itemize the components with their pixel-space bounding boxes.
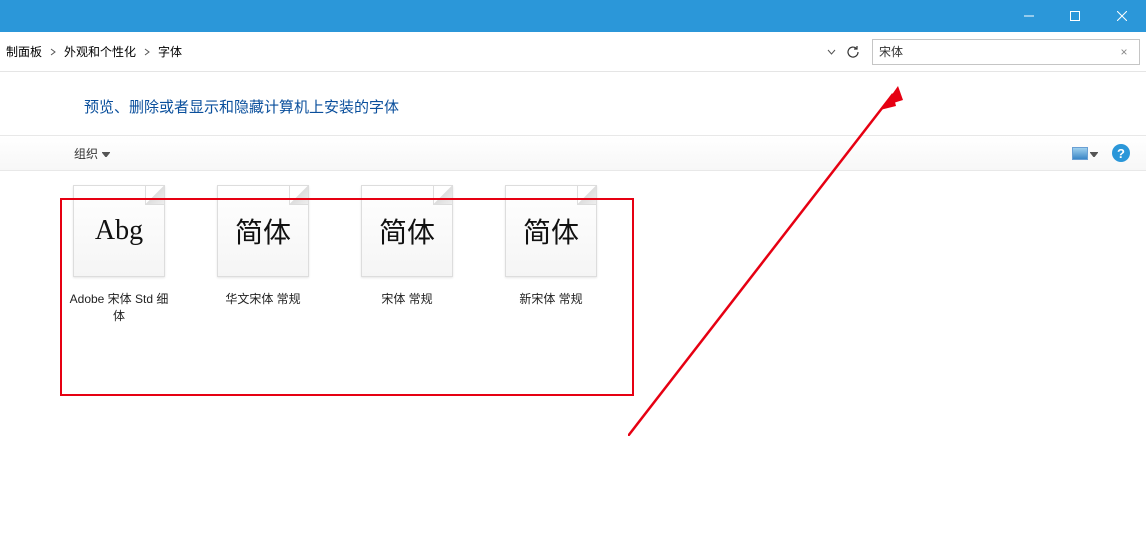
- address-controls: [820, 41, 864, 63]
- titlebar: [0, 0, 1146, 32]
- toolbar: 组织 ?: [0, 135, 1146, 171]
- address-dropdown-button[interactable]: [820, 41, 842, 63]
- chevron-right-icon: [46, 48, 60, 56]
- search-input[interactable]: [879, 45, 1115, 59]
- organize-label: 组织: [74, 145, 98, 162]
- view-options-button[interactable]: [1072, 146, 1098, 160]
- font-grid: Abg Adobe 宋体 Std 细体 简体 华文宋体 常规 简体 宋体 常规 …: [0, 171, 1146, 325]
- font-label: Adobe 宋体 Std 细体: [67, 291, 171, 325]
- font-preview-thumbnail: 简体: [505, 185, 597, 277]
- chevron-down-icon: [102, 146, 110, 160]
- close-button[interactable]: [1098, 0, 1146, 32]
- view-thumbnail-icon: [1072, 147, 1088, 160]
- breadcrumb-item[interactable]: 制面板: [2, 43, 46, 60]
- font-item[interactable]: Abg Adobe 宋体 Std 细体: [66, 185, 172, 325]
- breadcrumb-item[interactable]: 字体: [154, 43, 186, 60]
- help-button[interactable]: ?: [1112, 144, 1130, 162]
- chevron-down-icon: [1090, 146, 1098, 160]
- breadcrumb[interactable]: 制面板 外观和个性化 字体: [0, 38, 816, 66]
- chevron-right-icon: [140, 48, 154, 56]
- font-preview-thumbnail: 简体: [217, 185, 309, 277]
- font-preview-thumbnail: 简体: [361, 185, 453, 277]
- page-heading: 预览、删除或者显示和隐藏计算机上安装的字体: [0, 72, 1146, 135]
- clear-search-button[interactable]: ×: [1115, 43, 1133, 61]
- content-area: 预览、删除或者显示和隐藏计算机上安装的字体 组织 ? Abg Adobe 宋体 …: [0, 72, 1146, 325]
- font-item[interactable]: 简体 华文宋体 常规: [210, 185, 316, 325]
- organize-button[interactable]: 组织: [70, 143, 114, 164]
- search-box[interactable]: ×: [872, 39, 1140, 65]
- minimize-button[interactable]: [1006, 0, 1052, 32]
- font-preview-thumbnail: Abg: [73, 185, 165, 277]
- maximize-button[interactable]: [1052, 0, 1098, 32]
- font-label: 宋体 常规: [381, 291, 432, 308]
- font-item[interactable]: 简体 宋体 常规: [354, 185, 460, 325]
- font-label: 新宋体 常规: [519, 291, 582, 308]
- breadcrumb-item[interactable]: 外观和个性化: [60, 43, 140, 60]
- font-item[interactable]: 简体 新宋体 常规: [498, 185, 604, 325]
- refresh-button[interactable]: [842, 41, 864, 63]
- address-bar-row: 制面板 外观和个性化 字体 ×: [0, 32, 1146, 72]
- font-label: 华文宋体 常规: [225, 291, 300, 308]
